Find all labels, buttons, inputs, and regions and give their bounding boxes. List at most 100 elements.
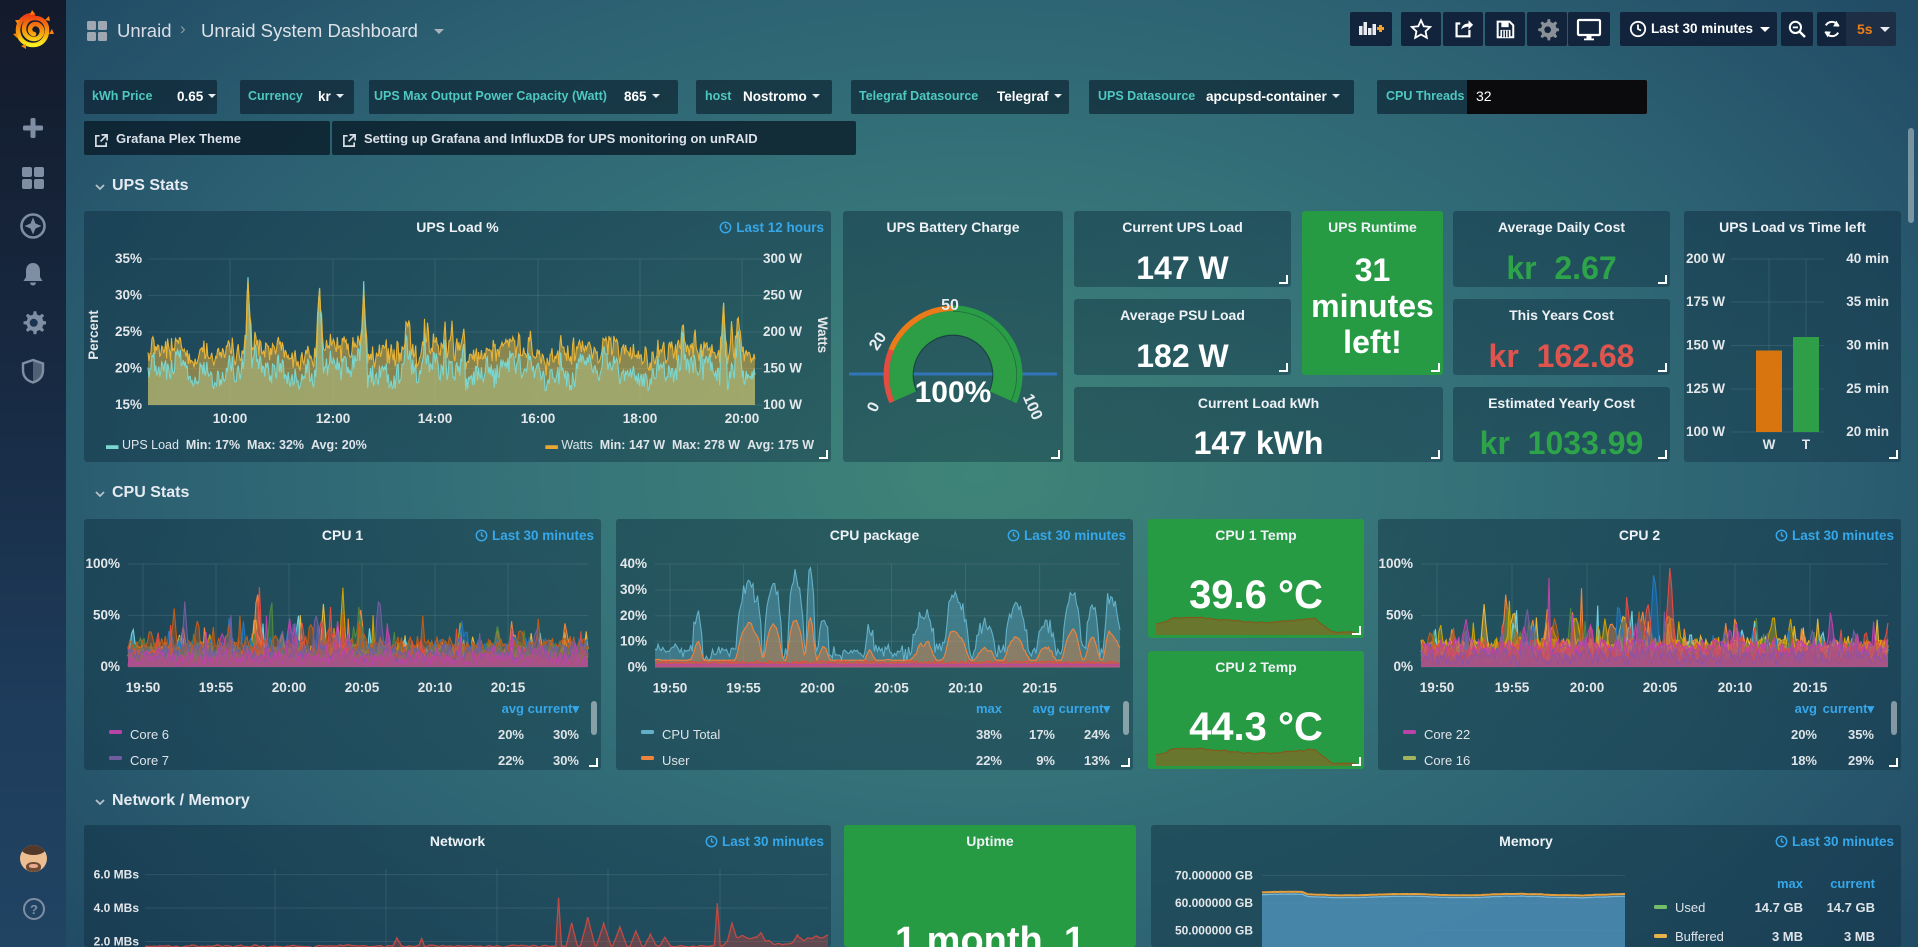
svg-text:3 MB: 3 MB [1772, 929, 1803, 944]
svg-text:16:00: 16:00 [521, 411, 556, 426]
svg-text:20:15: 20:15 [1022, 680, 1057, 695]
svg-text:0%: 0% [100, 659, 120, 674]
svg-text:50.000000 GB: 50.000000 GB [1175, 923, 1253, 937]
svg-text:70.000000 GB: 70.000000 GB [1175, 868, 1253, 882]
svg-text:Core 22: Core 22 [1424, 727, 1470, 742]
svg-text:4.0 MBs: 4.0 MBs [94, 901, 140, 915]
svg-text:current▾: current▾ [1823, 701, 1875, 716]
svg-text:125 W: 125 W [1686, 381, 1725, 396]
svg-text:38%: 38% [976, 727, 1002, 742]
svg-text:29%: 29% [1848, 753, 1874, 768]
svg-text:max: max [1777, 876, 1804, 891]
svg-text:30%: 30% [115, 288, 142, 303]
svg-text:35%: 35% [115, 251, 142, 266]
svg-text:Core 7: Core 7 [130, 753, 169, 768]
svg-text:50%: 50% [93, 608, 120, 623]
svg-text:CPU Total: CPU Total [662, 727, 720, 742]
svg-text:100%: 100% [1378, 556, 1413, 571]
svg-text:9%: 9% [1036, 753, 1055, 768]
svg-text:Watts: Watts [815, 317, 830, 353]
svg-text:current▾: current▾ [528, 701, 580, 716]
svg-text:19:50: 19:50 [653, 680, 688, 695]
svg-text:20%: 20% [1791, 727, 1817, 742]
svg-text:20%: 20% [498, 727, 524, 742]
svg-text:20:15: 20:15 [1793, 680, 1828, 695]
svg-text:Percent: Percent [86, 310, 101, 360]
svg-text:W: W [1763, 437, 1776, 452]
svg-text:100 W: 100 W [1686, 424, 1725, 439]
svg-text:0%: 0% [627, 659, 647, 674]
svg-text:Core 16: Core 16 [1424, 753, 1470, 768]
svg-text:35%: 35% [1848, 727, 1874, 742]
svg-text:22%: 22% [498, 753, 524, 768]
svg-text:User: User [662, 753, 690, 768]
svg-text:18:00: 18:00 [623, 411, 658, 426]
svg-text:Buffered: Buffered [1675, 929, 1724, 944]
svg-text:20:10: 20:10 [1718, 680, 1753, 695]
svg-text:30%: 30% [553, 753, 579, 768]
svg-text:20%: 20% [115, 361, 142, 376]
svg-text:15%: 15% [115, 397, 142, 412]
svg-text:40%: 40% [620, 556, 647, 571]
svg-text:avg: avg [502, 701, 524, 716]
svg-text:20%: 20% [620, 608, 647, 623]
svg-text:100%: 100% [915, 376, 992, 409]
svg-text:20:15: 20:15 [491, 680, 526, 695]
svg-text:10:00: 10:00 [213, 411, 248, 426]
svg-text:current▾: current▾ [1059, 701, 1111, 716]
svg-text:avg: avg [1795, 701, 1817, 716]
svg-text:17%: 17% [1029, 727, 1055, 742]
svg-text:35 min: 35 min [1846, 294, 1889, 309]
svg-text:12:00: 12:00 [316, 411, 351, 426]
svg-text:60.000000 GB: 60.000000 GB [1175, 896, 1253, 910]
svg-text:100 W: 100 W [763, 397, 802, 412]
svg-text:150 W: 150 W [763, 361, 802, 376]
svg-text:20 min: 20 min [1846, 424, 1889, 439]
svg-text:T: T [1802, 437, 1811, 452]
svg-text:0: 0 [864, 400, 883, 415]
svg-text:3 MB: 3 MB [1844, 929, 1875, 944]
svg-text:19:50: 19:50 [1420, 680, 1455, 695]
svg-text:19:50: 19:50 [126, 680, 161, 695]
svg-text:20:00: 20:00 [272, 680, 307, 695]
svg-text:19:55: 19:55 [726, 680, 761, 695]
svg-text:100%: 100% [85, 556, 120, 571]
svg-text:20:10: 20:10 [418, 680, 453, 695]
svg-text:20: 20 [866, 329, 890, 353]
svg-text:20:10: 20:10 [948, 680, 983, 695]
svg-text:10%: 10% [620, 633, 647, 648]
svg-text:100: 100 [1019, 392, 1045, 423]
svg-text:2.0 MBs: 2.0 MBs [94, 935, 140, 947]
svg-text:20:05: 20:05 [345, 680, 380, 695]
svg-text:50: 50 [941, 297, 959, 314]
svg-text:30%: 30% [620, 582, 647, 597]
svg-text:25 min: 25 min [1846, 381, 1889, 396]
svg-text:13%: 13% [1084, 753, 1110, 768]
svg-text:30%: 30% [553, 727, 579, 742]
svg-text:20:00: 20:00 [800, 680, 835, 695]
svg-text:18%: 18% [1791, 753, 1817, 768]
svg-text:22%: 22% [976, 753, 1002, 768]
svg-text:175 W: 175 W [1686, 294, 1725, 309]
svg-text:0%: 0% [1393, 659, 1413, 674]
svg-text:avg: avg [1033, 701, 1055, 716]
svg-text:30 min: 30 min [1846, 338, 1889, 353]
svg-text:250 W: 250 W [763, 288, 802, 303]
svg-text:200 W: 200 W [763, 324, 802, 339]
svg-text:20:00: 20:00 [1570, 680, 1605, 695]
svg-text:Used: Used [1675, 900, 1705, 915]
svg-text:14.7 GB: 14.7 GB [1755, 900, 1803, 915]
svg-text:6.0 MBs: 6.0 MBs [94, 868, 140, 882]
svg-text:19:55: 19:55 [1495, 680, 1530, 695]
svg-text:Core 6: Core 6 [130, 727, 169, 742]
svg-text:24%: 24% [1084, 727, 1110, 742]
svg-text:20:00: 20:00 [725, 411, 760, 426]
svg-text:40 min: 40 min [1846, 251, 1889, 266]
svg-text:25%: 25% [115, 324, 142, 339]
svg-text:19:55: 19:55 [199, 680, 234, 695]
svg-text:20:05: 20:05 [1643, 680, 1678, 695]
svg-text:14:00: 14:00 [418, 411, 453, 426]
svg-text:?: ? [30, 902, 38, 917]
svg-text:14.7 GB: 14.7 GB [1827, 900, 1875, 915]
svg-text:max: max [976, 701, 1003, 716]
